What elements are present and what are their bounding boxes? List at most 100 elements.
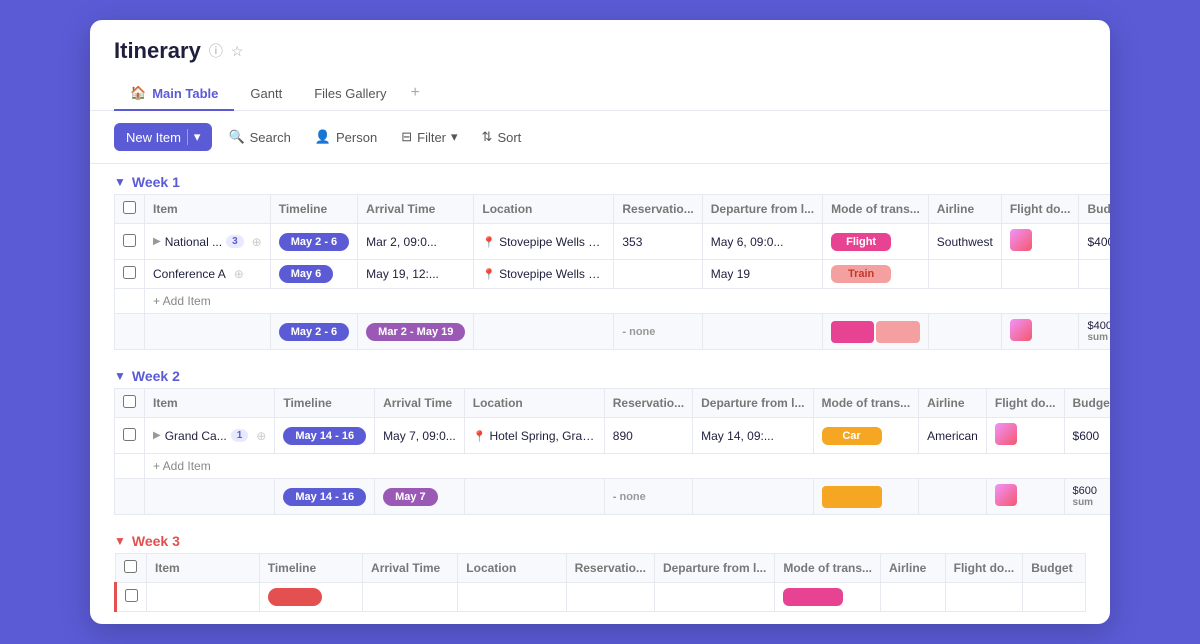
timeline-cell: May 2 - 6 <box>270 224 357 260</box>
star-icon[interactable]: ☆ <box>231 43 244 60</box>
location-cell: 📍Stovepipe Wells Vill... <box>474 224 614 260</box>
add-item-icon[interactable]: ⊕ <box>256 429 266 443</box>
summary-flight-icon <box>995 484 1017 506</box>
budget-cell <box>1023 583 1086 612</box>
add-item-label[interactable]: + Add Item <box>145 289 1111 314</box>
week-3-section: ▼ Week 3 Item Timeline Arrival Time Loca… <box>114 523 1086 612</box>
tab-add-button[interactable]: + <box>402 76 427 110</box>
th-timeline: Timeline <box>275 389 375 418</box>
mode-pill: Car <box>822 427 882 445</box>
expand-icon[interactable]: ▶ <box>153 430 161 441</box>
reservation-cell: 890 <box>604 418 692 454</box>
summary-timeline: May 2 - 6 <box>270 314 357 350</box>
add-item-label[interactable]: + Add Item <box>145 454 1111 479</box>
select-all-checkbox[interactable] <box>124 560 137 573</box>
info-icon[interactable]: ⓘ <box>209 41 223 61</box>
table-header-row: Item Timeline Arrival Time Location Rese… <box>116 554 1086 583</box>
filter-button[interactable]: ⊟ Filter ▾ <box>393 124 465 150</box>
table-row: ▶ National ... 3 ⊕ May 2 - 6 Mar 2, 09:0… <box>115 224 1111 260</box>
mode-pill: Train <box>831 265 891 283</box>
new-item-button[interactable]: New Item ▾ <box>114 123 212 151</box>
reservation-cell <box>566 583 654 612</box>
th-item: Item <box>147 554 260 583</box>
sort-button[interactable]: ⇅ Sort <box>474 124 530 150</box>
page-title: Itinerary <box>114 38 201 64</box>
add-item-row[interactable]: + Add Item <box>115 454 1111 479</box>
mode-pill <box>783 588 843 606</box>
th-flight: Flight do... <box>986 389 1064 418</box>
location-cell <box>458 583 566 612</box>
week-2-header[interactable]: ▼ Week 2 <box>114 358 1086 388</box>
add-item-row[interactable]: + Add Item <box>115 289 1111 314</box>
week-2-table: Item Timeline Arrival Time Location Rese… <box>114 388 1110 515</box>
filter-icon: ⊟ <box>401 129 412 145</box>
summary-arrival-pill: May 7 <box>383 488 438 506</box>
th-mode: Mode of trans... <box>775 554 881 583</box>
add-item-checkbox <box>115 454 145 479</box>
week-1-section: ▼ Week 1 Item Timeline Arrival Time Loca… <box>114 164 1086 350</box>
main-content: ▼ Week 1 Item Timeline Arrival Time Loca… <box>90 164 1110 624</box>
expand-icon[interactable]: ▶ <box>153 236 161 247</box>
week-3-table: Item Timeline Arrival Time Location Rese… <box>114 553 1086 612</box>
timeline-cell: May 14 - 16 <box>275 418 375 454</box>
timeline-pill: May 14 - 16 <box>283 427 366 445</box>
week-3-header[interactable]: ▼ Week 3 <box>114 523 1086 553</box>
th-departure: Departure from l... <box>654 554 774 583</box>
summary-reservation: - none <box>614 314 702 350</box>
mode-cell: Flight <box>823 224 929 260</box>
row-checkbox[interactable] <box>123 266 136 279</box>
row-checkbox[interactable] <box>123 234 136 247</box>
th-arrival: Arrival Time <box>375 389 465 418</box>
departure-cell <box>654 583 774 612</box>
toolbar: New Item ▾ 🔍 Search 👤 Person ⊟ Filter ▾ … <box>90 111 1110 164</box>
tab-files-gallery[interactable]: Files Gallery <box>298 78 402 111</box>
home-icon: 🏠 <box>130 85 146 101</box>
departure-cell: May 19 <box>702 260 822 289</box>
flight-doc-icon <box>995 423 1017 445</box>
add-item-icon[interactable]: ⊕ <box>234 267 244 281</box>
th-reservation: Reservatio... <box>614 195 702 224</box>
week-1-header[interactable]: ▼ Week 1 <box>114 164 1086 194</box>
budget-cell: $600 <box>1064 418 1110 454</box>
flight-doc-cell <box>1001 260 1079 289</box>
mode-pill: Flight <box>831 233 891 251</box>
summary-flight <box>1001 314 1079 350</box>
item-count-badge: 3 <box>226 235 244 248</box>
th-timeline: Timeline <box>270 195 357 224</box>
add-item-icon[interactable]: ⊕ <box>252 235 262 249</box>
person-button[interactable]: 👤 Person <box>307 124 385 150</box>
th-item: Item <box>145 389 275 418</box>
summary-timeline-pill: May 2 - 6 <box>279 323 349 341</box>
row-checkbox[interactable] <box>125 589 138 602</box>
timeline-pill <box>268 588 323 606</box>
th-reservation: Reservatio... <box>604 389 692 418</box>
th-mode: Mode of trans... <box>823 195 929 224</box>
th-mode: Mode of trans... <box>813 389 919 418</box>
th-checkbox <box>115 389 145 418</box>
budget-cell <box>1079 260 1110 289</box>
th-airline: Airline <box>919 389 987 418</box>
select-all-checkbox[interactable] <box>123 201 136 214</box>
arrival-cell <box>363 583 458 612</box>
pin-icon: 📍 <box>482 269 496 281</box>
th-airline: Airline <box>881 554 946 583</box>
tabs: 🏠 Main Table Gantt Files Gallery + <box>114 76 1086 110</box>
header: Itinerary ⓘ ☆ 🏠 Main Table Gantt Files G… <box>90 20 1110 111</box>
flight-doc-icon <box>1010 229 1032 251</box>
search-button[interactable]: 🔍 Search <box>220 124 298 150</box>
select-all-checkbox[interactable] <box>123 395 136 408</box>
tab-main-table[interactable]: 🏠 Main Table <box>114 77 234 111</box>
summary-mode <box>813 479 919 515</box>
tab-gantt[interactable]: Gantt <box>234 78 298 111</box>
th-departure: Departure from l... <box>702 195 822 224</box>
search-icon: 🔍 <box>228 129 244 145</box>
table-header-row: Item Timeline Arrival Time Location Rese… <box>115 389 1111 418</box>
table-row <box>116 583 1086 612</box>
row-checkbox[interactable] <box>123 428 136 441</box>
budget-cell: $400 <box>1079 224 1110 260</box>
th-location: Location <box>464 389 604 418</box>
filter-dropdown-icon: ▾ <box>451 129 458 145</box>
summary-arrival: Mar 2 - May 19 <box>358 314 474 350</box>
item-name: Conference A <box>153 267 226 281</box>
dropdown-arrow-icon[interactable]: ▾ <box>187 129 201 145</box>
